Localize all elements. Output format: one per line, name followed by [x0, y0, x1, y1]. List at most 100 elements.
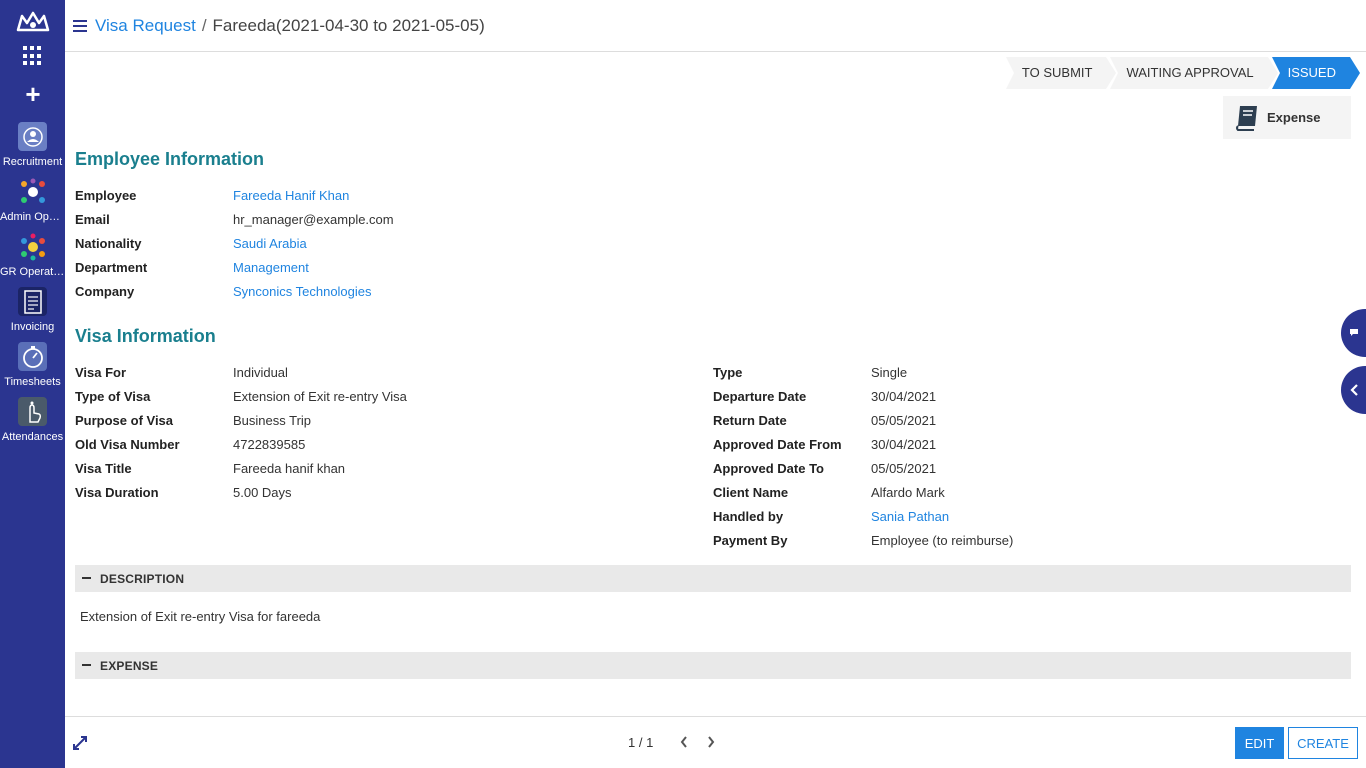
field-label: Departure Date: [713, 389, 807, 404]
breadcrumb-parent-link[interactable]: Visa Request: [95, 16, 196, 35]
department-field-row: Department Management: [75, 260, 675, 280]
employee-information-title: Employee Information: [75, 149, 265, 169]
field-label: Type: [713, 365, 743, 380]
old-visa-number-field-row: Old Visa Number 4722839585: [75, 437, 675, 457]
field-label: Purpose of Visa: [75, 413, 174, 428]
stage-issued[interactable]: ISSUED: [1271, 57, 1361, 89]
sidebar-item-recruitment[interactable]: Recruitment: [0, 122, 65, 178]
company-link[interactable]: Synconics Technologies: [233, 284, 372, 299]
chat-icon: [1349, 329, 1358, 336]
admin-operations-icon: [18, 177, 47, 206]
expense-section-title: EXPENSE: [100, 659, 159, 673]
sidebar-item-attendances[interactable]: Attendances: [0, 397, 65, 453]
sidebar-item-label: GR Operatio...: [0, 266, 65, 278]
sidebar-item-gr-operations[interactable]: GR Operatio...: [0, 232, 65, 288]
expense-section-header[interactable]: EXPENSE: [75, 652, 1351, 679]
control-panel-header: Visa Request / Fareeda(2021-04-30 to 2021-…: [65, 0, 1366, 52]
field-value: Fareeda hanif khan: [233, 461, 346, 476]
pager-next-button[interactable]: [703, 733, 719, 751]
type-field-row: Type Single: [713, 365, 1313, 385]
purpose-of-visa-field-row: Purpose of Visa Business Trip: [75, 413, 675, 433]
collapse-icon: [82, 664, 91, 666]
field-label: Approved Date From: [713, 437, 842, 452]
company-crown-logo[interactable]: [16, 10, 50, 34]
stage-waiting-approval[interactable]: WAITING APPROVAL: [1110, 57, 1278, 89]
handled-by-field-row: Handled by Sania Pathan: [713, 509, 1313, 529]
field-value: 05/05/2021: [871, 413, 937, 428]
approved-date-from-field-row: Approved Date From 30/04/2021: [713, 437, 1313, 457]
sidebar-item-admin-operations[interactable]: Admin Oper...: [0, 177, 65, 233]
field-label: Employee: [75, 188, 137, 203]
breadcrumb: Visa Request / Fareeda(2021-04-30 to 2021-…: [95, 16, 485, 36]
grid-icon[interactable]: [23, 46, 43, 66]
sidebar-item-label: Attendances: [1, 431, 64, 443]
field-value: 30/04/2021: [871, 437, 937, 452]
invoicing-icon: [18, 287, 47, 316]
description-section-header[interactable]: DESCRIPTION: [75, 565, 1351, 592]
create-button[interactable]: CREATE: [1288, 727, 1358, 759]
nationality-link[interactable]: Saudi Arabia: [233, 236, 307, 251]
breadcrumb-current: Fareeda(2021-04-30 to 2021-05-05): [212, 16, 485, 35]
field-label: Department: [75, 260, 148, 275]
nationality-field-row: Nationality Saudi Arabia: [75, 236, 675, 256]
description-section-title: DESCRIPTION: [100, 572, 185, 586]
collapse-icon: [82, 577, 91, 579]
description-text: Extension of Exit re-entry Visa for fare…: [80, 609, 321, 624]
visa-for-field-row: Visa For Individual: [75, 365, 675, 385]
chevron-left-icon: [1349, 384, 1358, 396]
field-label: Approved Date To: [713, 461, 824, 476]
sidebar: + Recruitment Admin Oper... GR Operatio.…: [0, 0, 65, 768]
company-field-row: Company Synconics Technologies: [75, 284, 675, 304]
recruitment-icon: [18, 122, 47, 151]
field-value: 4722839585: [233, 437, 306, 452]
field-label: Visa For: [75, 365, 127, 380]
breadcrumb-separator: /: [201, 16, 207, 35]
chat-tab[interactable]: [1341, 309, 1366, 357]
visa-information-title: Visa Information: [75, 326, 216, 346]
field-label: Payment By: [713, 533, 788, 548]
field-label: Return Date: [713, 413, 787, 428]
sidebar-item-label: Recruitment: [2, 156, 63, 168]
field-value: 5.00 Days: [233, 485, 292, 500]
sidebar-item-label: Timesheets: [4, 376, 61, 388]
hamburger-menu-icon[interactable]: [73, 20, 87, 32]
departure-date-field-row: Departure Date 30/04/2021: [713, 389, 1313, 409]
stage-to-submit[interactable]: TO SUBMIT: [1005, 57, 1116, 89]
chevron-right-icon: [708, 736, 715, 748]
field-label: Client Name: [713, 485, 789, 500]
field-label: Visa Title: [75, 461, 132, 476]
pager-previous-button[interactable]: [676, 733, 692, 751]
field-value: Business Trip: [233, 413, 312, 428]
employee-link[interactable]: Fareeda Hanif Khan: [233, 188, 349, 203]
field-value: Alfardo Mark: [871, 485, 945, 500]
plus-icon[interactable]: +: [22, 80, 44, 108]
field-value: Extension of Exit re-entry Visa: [233, 389, 407, 404]
field-value: 05/05/2021: [871, 461, 937, 476]
expand-icon[interactable]: [72, 735, 88, 751]
attendances-icon: [18, 397, 47, 426]
field-value: Single: [871, 365, 908, 380]
employee-field-row: Employee Fareeda Hanif Khan: [75, 188, 675, 208]
visa-duration-field-row: Visa Duration 5.00 Days: [75, 485, 675, 505]
field-label: Type of Visa: [75, 389, 151, 404]
department-link[interactable]: Management: [233, 260, 309, 275]
status-bar: TO SUBMIT WAITING APPROVAL ISSUED: [1002, 57, 1361, 89]
pager-value: 1 / 1: [628, 735, 654, 750]
side-panel-toggle[interactable]: [1341, 366, 1366, 414]
sidebar-item-invoicing[interactable]: Invoicing: [0, 287, 65, 343]
gr-operations-icon: [18, 232, 47, 261]
field-value: Employee (to reimburse): [871, 533, 1014, 548]
field-label: Handled by: [713, 509, 784, 524]
timesheets-icon: [18, 342, 47, 371]
field-label: Nationality: [75, 236, 142, 251]
handled-by-link[interactable]: Sania Pathan: [871, 509, 949, 524]
email-field-row: Email hr_manager@example.com: [75, 212, 675, 232]
edit-button[interactable]: EDIT: [1235, 727, 1284, 759]
approved-date-to-field-row: Approved Date To 05/05/2021: [713, 461, 1313, 481]
book-icon: [1236, 105, 1257, 131]
type-of-visa-field-row: Type of Visa Extension of Exit re-entry …: [75, 389, 675, 409]
field-label: Company: [75, 284, 135, 299]
sidebar-item-timesheets[interactable]: Timesheets: [0, 342, 65, 398]
expense-smart-button[interactable]: Expense: [1223, 96, 1351, 139]
field-label: Email: [75, 212, 110, 227]
